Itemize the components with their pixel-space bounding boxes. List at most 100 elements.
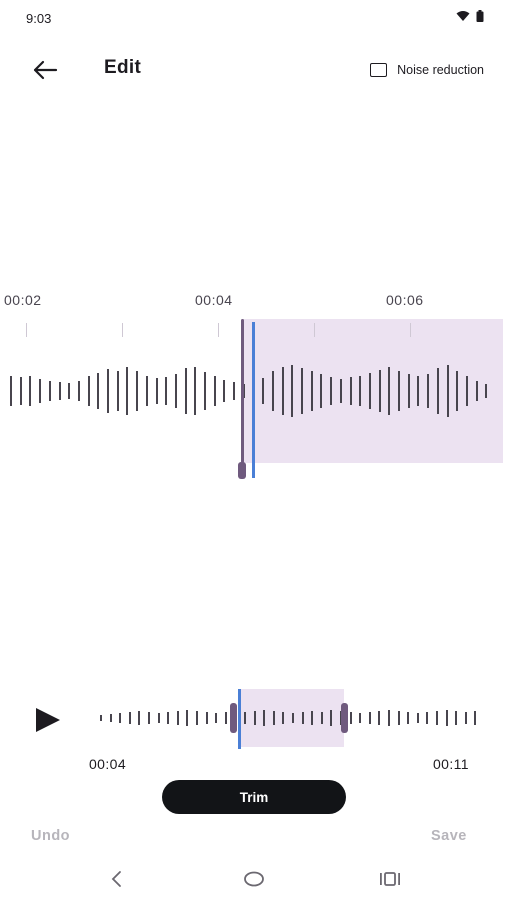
waveform-bar (416, 713, 419, 723)
waveform-bar (205, 712, 208, 724)
waveform-bar (310, 371, 313, 411)
waveform-bar (368, 712, 371, 724)
waveform-bar (301, 368, 303, 414)
waveform-bar (301, 712, 304, 724)
waveform-bar (320, 374, 323, 408)
waveform-bar (213, 376, 216, 406)
trim-button[interactable]: Trim (162, 780, 346, 814)
noise-reduction-toggle[interactable]: Noise reduction (370, 63, 484, 77)
waveform-bar (126, 367, 129, 415)
waveform-bar (233, 382, 236, 400)
waveform-bar (417, 376, 420, 406)
waveform-bar (330, 377, 333, 405)
mini-waveform[interactable] (96, 689, 482, 747)
mini-end-handle[interactable] (341, 703, 348, 733)
waveform-bar (359, 713, 362, 723)
waveform-bar (455, 711, 458, 725)
waveform-bar (186, 710, 189, 726)
waveform-bar (349, 377, 352, 405)
selection-start-handle[interactable] (238, 462, 246, 479)
waveform-bar (128, 712, 131, 724)
waveform-bar (436, 368, 439, 414)
waveform-bar (253, 711, 256, 725)
waveform-bar (184, 368, 187, 414)
undo-button[interactable]: Undo (31, 828, 70, 844)
play-icon (36, 708, 60, 732)
waveform-bar (398, 371, 400, 411)
nav-back-icon (111, 871, 121, 887)
timeline-label-1: 00:04 (195, 292, 233, 308)
waveform-bar (174, 374, 177, 408)
waveform-bar (446, 365, 449, 417)
waveform-bar (215, 713, 218, 723)
waveform-bar (445, 710, 448, 726)
mini-start-time: 00:04 (89, 756, 127, 772)
back-button[interactable] (30, 56, 60, 84)
waveform-bar (39, 379, 42, 403)
waveform-bar (456, 371, 459, 411)
nav-home-button[interactable] (234, 867, 274, 891)
waveform-bar (407, 374, 410, 408)
status-time: 9:03 (26, 11, 52, 26)
waveform-bar (474, 711, 477, 725)
waveform-bar (196, 711, 198, 725)
waveform-bar (388, 710, 390, 726)
waveform-bar (485, 384, 488, 398)
waveform-bar (58, 382, 61, 400)
waveform-bar (167, 712, 170, 724)
nav-recents-button[interactable] (370, 867, 410, 891)
waveform-bar (281, 367, 284, 415)
selection-start-line (241, 319, 244, 463)
waveform-bar (155, 378, 158, 404)
waveform-bar (29, 376, 32, 406)
waveform-bar (116, 371, 119, 411)
noise-reduction-checkbox[interactable] (370, 63, 388, 77)
waveform-bar (271, 371, 274, 411)
playhead[interactable] (252, 322, 255, 478)
waveform-bar (368, 373, 371, 409)
waveform-bar (272, 711, 275, 725)
noise-reduction-label: Noise reduction (397, 63, 484, 77)
waveform-bar (97, 373, 100, 409)
waveform-bar (107, 369, 109, 413)
waveform-bar (68, 383, 71, 399)
mini-end-time: 00:11 (433, 756, 469, 772)
waveform-bar (48, 381, 51, 401)
waveform-bar (292, 713, 294, 723)
waveform-bar (397, 711, 400, 725)
waveform-bar (388, 367, 391, 415)
waveform-bar (282, 712, 285, 724)
waveform-bar (87, 376, 90, 406)
waveform-bar (109, 714, 112, 722)
waveform-bar (311, 711, 314, 725)
waveform-bar (426, 712, 429, 724)
mini-playhead[interactable] (238, 689, 241, 749)
waveform-bar (465, 376, 468, 406)
nav-back-button[interactable] (97, 867, 137, 891)
waveform-bar (138, 711, 141, 725)
waveform-bar (291, 365, 294, 417)
waveform-bar (263, 710, 266, 726)
waveform-bar (244, 712, 246, 724)
play-button[interactable] (34, 707, 62, 738)
page-title: Edit (104, 57, 142, 78)
waveform-bar (349, 712, 352, 724)
waveform-bar (378, 370, 381, 412)
nav-recents-icon (380, 872, 400, 886)
waveform-bar (194, 367, 197, 415)
waveform-bar (204, 372, 206, 410)
waveform-bar (77, 381, 80, 401)
timeline-label-0: 00:02 (4, 292, 42, 308)
waveform-bar (19, 377, 22, 405)
waveform-bar (339, 379, 342, 403)
waveform-bar (427, 374, 430, 408)
waveform-bar (320, 712, 323, 724)
save-button[interactable]: Save (431, 828, 467, 844)
waveform-bar (407, 712, 410, 724)
mini-start-handle[interactable] (230, 703, 237, 733)
waveform-bar (148, 712, 150, 724)
wifi-icon (456, 11, 470, 21)
waveform-bar (475, 381, 478, 401)
waveform-bar (378, 711, 381, 725)
waveform-bar (262, 378, 265, 404)
